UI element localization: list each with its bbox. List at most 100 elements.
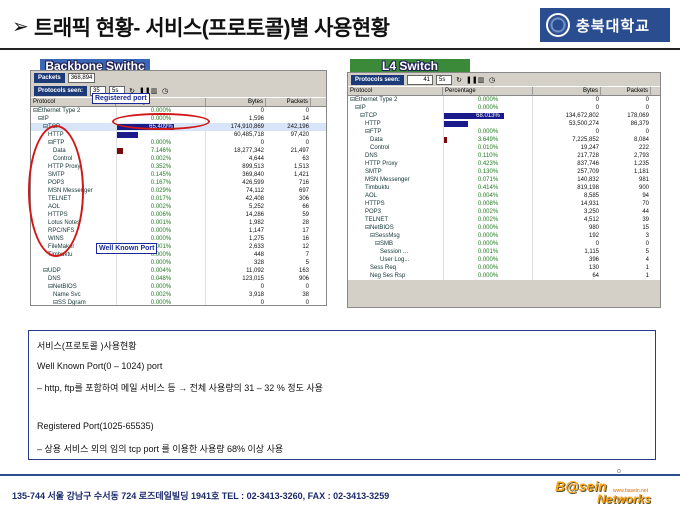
packets-value: 163	[298, 268, 309, 274]
percentage-value: 0.071%	[477, 177, 499, 183]
table-row[interactable]: Timbuktu 0.000% 448 7	[31, 251, 326, 259]
packets-value: 44	[642, 209, 649, 215]
table-row[interactable]: ⊟IP 0.000% 0 0	[348, 104, 660, 112]
table-row[interactable]: DNS 0.048% 123,015 906	[31, 275, 326, 283]
table-row[interactable]: HTTP Proxy 0.423% 837,746 1,235	[348, 160, 660, 168]
percentage-value: 0.000%	[477, 129, 499, 135]
packets-value: 14	[302, 116, 309, 122]
percentage-cell: 0.008%	[443, 200, 533, 208]
percentage-value: 0.048%	[150, 276, 172, 282]
table-row[interactable]: User Log... 0.000% 396 4	[348, 256, 660, 264]
table-row[interactable]: ⊟TCP 68.013% 134,672,802 178,069	[348, 112, 660, 120]
percentage-value: 0.423%	[477, 161, 499, 167]
col-percentage[interactable]: Percentage	[443, 87, 533, 95]
packets-value: 70	[642, 201, 649, 207]
page-title: 트래픽 현황- 서비스(프로토콜)별 사용현황	[34, 17, 390, 40]
bytes-value: 14,931	[580, 201, 599, 207]
table-row[interactable]: Timbuktu 0.414% 819,198 900	[348, 184, 660, 192]
chart-icon[interactable]: ▥	[150, 87, 158, 95]
l4-panel-title: L4 Switch	[350, 59, 470, 73]
protocol-name: POP3	[365, 209, 382, 215]
bytes-value: 4,512	[583, 217, 599, 223]
packets-value: 368,894	[67, 72, 96, 83]
table-row[interactable]: ⊟FTP 0.000% 0 0	[348, 128, 660, 136]
percentage-value: 0.130%	[477, 169, 499, 175]
table-row[interactable]: AOL 0.004% 8,585 94	[348, 192, 660, 200]
table-row[interactable]: 0.000% 328 5	[31, 259, 326, 267]
table-row[interactable]: Control 0.010% 19,247 222	[348, 144, 660, 152]
table-row[interactable]: Name Svc 0.002% 3,918 38	[31, 291, 326, 299]
percentage-cell: 0.000%	[443, 256, 533, 264]
packets-value: 1	[645, 265, 649, 271]
table-row[interactable]: Neg Ses Rsp 0.000% 64 1	[348, 272, 660, 280]
protocol-name: DNS	[48, 276, 61, 282]
university-name: 충북대학교	[576, 17, 651, 35]
percentage-value: 0.000%	[477, 241, 499, 247]
clock-icon[interactable]: ◷	[488, 76, 496, 84]
table-row[interactable]: ⊟SMB 0.000% 0 0	[348, 240, 660, 248]
percentage-value: 0.000%	[150, 236, 172, 242]
percentage-value: 0.000%	[477, 265, 499, 271]
bytes-value: 257,709	[577, 169, 599, 175]
packets-bar: Packets 368,894	[31, 71, 326, 84]
table-row[interactable]: FileMaker 0.001% 2,633 12	[31, 243, 326, 251]
table-row[interactable]: ⊟NetBIOS 0.000% 0 0	[31, 283, 326, 291]
table-row[interactable]: ⊟SS Dgram 0.000% 0 0	[31, 299, 326, 305]
percentage-cell: 0.002%	[116, 155, 206, 163]
table-row[interactable]: Session ... 0.001% 1,115 5	[348, 248, 660, 256]
table-row[interactable]: MSN Messenger 0.071% 140,832 981	[348, 176, 660, 184]
protocol-name: ⊟NetBIOS	[48, 284, 77, 290]
protocol-name: Timbuktu	[365, 185, 390, 191]
percentage-cell: 0.423%	[443, 160, 533, 168]
packets-value: 3	[645, 233, 649, 239]
packets-value: 981	[638, 177, 649, 183]
table-row[interactable]: SMTP 0.130% 257,709 1,181	[348, 168, 660, 176]
col-bytes[interactable]: Bytes	[533, 87, 601, 95]
clock-icon[interactable]: ◷	[161, 87, 169, 95]
table-row[interactable]: TELNET 0.002% 4,512 39	[348, 216, 660, 224]
table-row[interactable]: HTTP 27.019% 53,500,274 86,379	[348, 120, 660, 128]
chart-icon[interactable]: ▥	[477, 76, 485, 84]
protocol-name: ⊟SMB	[375, 241, 394, 247]
bytes-value: 74,112	[246, 188, 264, 194]
table-row[interactable]: HTTP 23.660% 60,485,718 97,420	[31, 131, 326, 139]
percentage-value: 0.002%	[477, 209, 499, 215]
bytes-value: 1,147	[248, 228, 264, 234]
table-row[interactable]: Data 3.649% 7,225,852 8,084	[348, 136, 660, 144]
bytes-value: 3,918	[248, 292, 264, 298]
packets-value: 4	[645, 257, 649, 263]
table-row[interactable]: DNS 0.110% 217,728 2,793	[348, 152, 660, 160]
percentage-value: 0.010%	[477, 145, 499, 151]
packets-value: 15	[642, 225, 649, 231]
packets-value: 306	[298, 196, 309, 202]
protocol-name: Name Svc	[53, 292, 81, 298]
footer-address: 135-744 서울 강남구 수서동 724 로즈데일빌딩 1941호 TEL …	[12, 491, 390, 501]
table-row[interactable]: ⊟Ethernet Type 2 0.000% 0 0	[348, 96, 660, 104]
col-packets[interactable]: Packets	[601, 87, 651, 95]
percentage-cell: 0.000%	[116, 259, 206, 267]
packets-value: 38	[302, 292, 309, 298]
pause-icon[interactable]: ❚❚	[466, 76, 478, 84]
table-row[interactable]: ⊟SessMsg 0.000% 192 3	[348, 232, 660, 240]
col-packets[interactable]: Packets	[266, 98, 311, 106]
table-row[interactable]: ⊟NetBIOS 0.000% 980 15	[348, 224, 660, 232]
packets-value: 697	[298, 188, 309, 194]
table-row[interactable]: ⊟UDP 0.004% 11,092 163	[31, 267, 326, 275]
col-bytes[interactable]: Bytes	[206, 98, 266, 106]
percentage-cell: 0.145%	[116, 171, 206, 179]
percentage-value: 0.000%	[477, 233, 499, 239]
bytes-value: 1,115	[584, 249, 599, 255]
interval-select[interactable]: 5s	[436, 74, 453, 85]
bytes-value: 8,585	[583, 193, 599, 199]
table-row[interactable]: POP3 0.002% 3,250 44	[348, 208, 660, 216]
bytes-value: 3,250	[583, 209, 599, 215]
col-protocol[interactable]: Protocol	[348, 87, 443, 95]
packets-value: 0	[305, 108, 309, 114]
refresh-icon[interactable]: ↻	[455, 76, 463, 84]
protocol-name: TELNET	[365, 217, 389, 223]
percentage-value: 0.000%	[477, 257, 499, 263]
percentage-value: 0.145%	[150, 172, 172, 178]
table-row[interactable]: HTTPS 0.008% 14,931 70	[348, 200, 660, 208]
table-row[interactable]: Sess Req 0.000% 130 1	[348, 264, 660, 272]
percentage-cell: 0.000%	[443, 272, 533, 280]
